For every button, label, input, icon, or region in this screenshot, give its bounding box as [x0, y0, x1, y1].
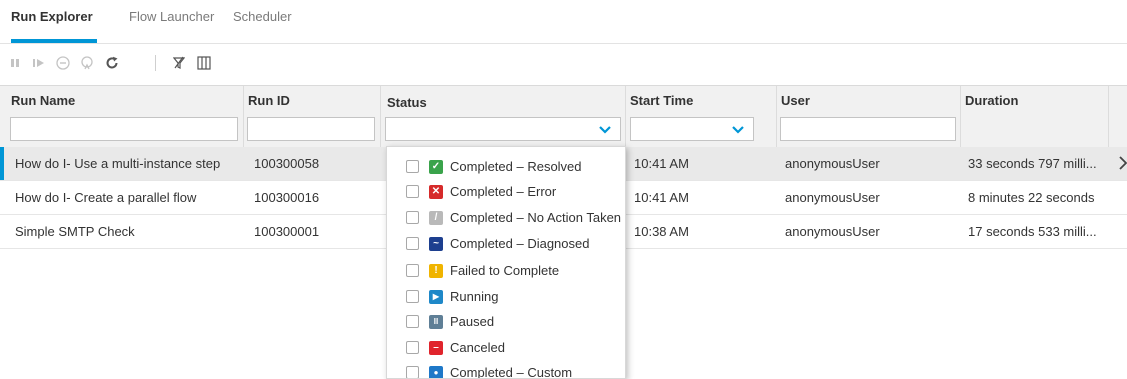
reassign-icon[interactable] — [78, 53, 96, 73]
user-cell: anonymousUser — [785, 156, 880, 171]
status-option-label: Paused — [450, 314, 495, 329]
status-option-checkbox[interactable] — [406, 185, 419, 198]
no-action-icon: / — [429, 211, 443, 225]
column-divider — [380, 86, 381, 147]
running-play-icon: ▶ — [429, 290, 443, 304]
status-option-canceled[interactable]: – Canceled — [387, 336, 625, 361]
run-name-cell[interactable]: How do I- Create a parallel flow — [15, 190, 196, 205]
pause-icon[interactable] — [6, 53, 24, 73]
user-cell: anonymousUser — [785, 224, 880, 239]
status-option-checkbox[interactable] — [406, 315, 419, 328]
status-filter-select[interactable] — [385, 117, 621, 141]
run-name-filter-input[interactable] — [10, 117, 238, 141]
resolved-check-icon: ✓ — [429, 160, 443, 174]
status-option-checkbox[interactable] — [406, 290, 419, 303]
column-divider — [625, 86, 626, 147]
canceled-icon: – — [429, 341, 443, 355]
selected-row-indicator — [0, 147, 4, 180]
column-header-duration[interactable]: Duration — [965, 93, 1018, 108]
grid-header: Run Name Run ID Status Start Time User D… — [0, 85, 1127, 148]
custom-user-icon: ● — [429, 366, 443, 378]
row-expand-chevron-icon[interactable] — [1119, 155, 1127, 171]
run-name-cell[interactable]: How do I- Use a multi-instance step — [15, 156, 220, 171]
failed-warning-icon: ! — [429, 264, 443, 278]
status-option-label: Canceled — [450, 340, 505, 355]
column-divider — [960, 86, 961, 147]
duration-cell: 8 minutes 22 seconds — [968, 190, 1095, 205]
resume-icon[interactable] — [30, 53, 48, 73]
active-tab-indicator — [11, 39, 97, 43]
status-option-label: Completed – Diagnosed — [450, 236, 590, 251]
column-header-run-id[interactable]: Run ID — [248, 93, 290, 108]
chevron-down-icon — [732, 126, 744, 134]
status-option-checkbox[interactable] — [406, 366, 419, 378]
status-option-completed-error[interactable]: ✕ Completed – Error — [387, 180, 625, 205]
status-option-label: Running — [450, 289, 499, 304]
status-option-label: Failed to Complete — [450, 263, 560, 278]
status-option-checkbox[interactable] — [406, 237, 419, 250]
start-time-cell: 10:41 AM — [634, 190, 689, 205]
status-option-completed-resolved[interactable]: ✓ Completed – Resolved — [387, 155, 625, 180]
toolbar — [0, 53, 240, 75]
run-name-cell[interactable]: Simple SMTP Check — [15, 224, 135, 239]
start-time-cell: 10:41 AM — [634, 156, 689, 171]
error-x-icon: ✕ — [429, 185, 443, 199]
status-option-running[interactable]: ▶ Running — [387, 285, 625, 310]
column-header-status[interactable]: Status — [387, 95, 427, 110]
status-option-label: Completed – Resolved — [450, 159, 582, 174]
chevron-down-icon — [599, 126, 611, 134]
paused-icon: II — [429, 315, 443, 329]
column-header-start-time[interactable]: Start Time — [630, 93, 693, 108]
status-option-checkbox[interactable] — [406, 264, 419, 277]
status-option-completed-no-action-taken[interactable]: / Completed – No Action Taken — [387, 206, 625, 231]
status-option-label: Completed – Custom — [450, 365, 573, 379]
tab-run-explorer[interactable]: Run Explorer — [11, 9, 93, 24]
duration-cell: 33 seconds 797 milli... — [968, 156, 1097, 171]
user-cell: anonymousUser — [785, 190, 880, 205]
status-option-completed-custom[interactable]: ● Completed – Custom — [387, 361, 625, 379]
duration-cell: 17 seconds 533 milli... — [968, 224, 1097, 239]
filter-icon[interactable] — [170, 53, 188, 73]
status-filter-dropdown: ✓ Completed – Resolved ✕ Completed – Err… — [386, 146, 626, 379]
status-option-label: Completed – No Action Taken — [450, 210, 622, 225]
run-id-cell: 100300058 — [254, 156, 320, 171]
column-header-user[interactable]: User — [781, 93, 810, 108]
column-header-run-name[interactable]: Run Name — [11, 93, 75, 108]
cancel-icon[interactable] — [54, 53, 72, 73]
status-option-checkbox[interactable] — [406, 211, 419, 224]
run-id-cell: 100300016 — [254, 190, 320, 205]
tab-scheduler[interactable]: Scheduler — [233, 9, 292, 24]
status-option-checkbox[interactable] — [406, 160, 419, 173]
toolbar-divider — [155, 55, 156, 71]
user-filter-input[interactable] — [780, 117, 956, 141]
status-option-checkbox[interactable] — [406, 341, 419, 354]
run-id-cell: 100300001 — [254, 224, 320, 239]
run-id-filter-input[interactable] — [247, 117, 375, 141]
tab-bar: Run Explorer Flow Launcher Scheduler — [0, 0, 1127, 44]
start-time-filter-select[interactable] — [630, 117, 754, 141]
status-option-completed-diagnosed[interactable]: ~ Completed – Diagnosed — [387, 232, 625, 257]
column-divider — [243, 86, 244, 147]
columns-icon[interactable] — [195, 53, 213, 73]
start-time-cell: 10:38 AM — [634, 224, 689, 239]
column-divider — [1108, 86, 1109, 147]
column-divider — [776, 86, 777, 147]
diagnosed-icon: ~ — [429, 237, 443, 251]
refresh-icon[interactable] — [103, 53, 121, 73]
tab-flow-launcher[interactable]: Flow Launcher — [129, 9, 214, 24]
status-option-label: Completed – Error — [450, 184, 557, 199]
status-option-failed-to-complete[interactable]: ! Failed to Complete — [387, 259, 625, 284]
status-option-paused[interactable]: II Paused — [387, 310, 625, 335]
